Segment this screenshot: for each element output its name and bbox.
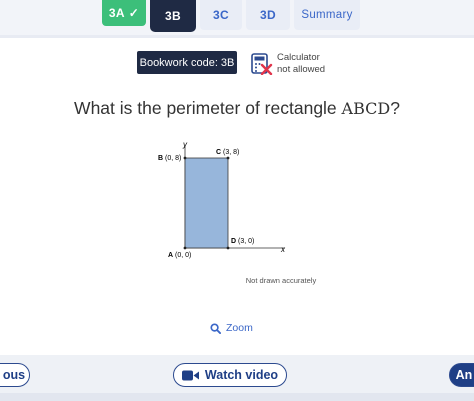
y-axis-label: y xyxy=(182,140,188,149)
zoom-button[interactable]: Zoom xyxy=(210,321,253,335)
bottom-bar: ous Watch video An xyxy=(0,355,474,401)
rectangle-diagram: y x B (0, 8) C (3, 8) D (3, 0) A (0, 0) xyxy=(158,140,286,259)
vertex-a xyxy=(183,246,187,250)
bookwork-code-label: Bookwork code: 3B xyxy=(139,56,235,69)
vertex-a-label: A (0, 0) xyxy=(168,252,191,259)
vertex-c-name: C xyxy=(216,149,221,156)
x-axis-label: x xyxy=(280,245,286,254)
answer-label: An xyxy=(455,368,473,382)
question-prefix: What is the perimeter of rectangle xyxy=(74,98,342,118)
check-icon: ✓ xyxy=(128,6,140,20)
rectangle-abcd xyxy=(184,157,229,249)
magnifier-icon xyxy=(210,322,221,334)
vertex-c-label: C (3, 8) xyxy=(216,149,239,156)
calculator-line2: not allowed xyxy=(277,64,326,75)
diagram-caption: Not drawn accurately xyxy=(245,276,317,285)
vertex-b-name: B xyxy=(158,155,163,162)
tab-3c-label: 3C xyxy=(213,8,229,22)
previous-button[interactable]: ous xyxy=(0,363,30,387)
watch-video-label: Watch video xyxy=(204,368,279,382)
calculator-not-allowed-icon xyxy=(251,53,273,75)
calculator-status: Calculator not allowed xyxy=(277,52,325,76)
vertex-c-coords: (3, 8) xyxy=(223,149,239,156)
vertex-d-coords: (3, 0) xyxy=(238,238,254,245)
previous-label: ous xyxy=(2,368,26,382)
vertex-b xyxy=(183,156,187,160)
tab-3a-label: 3A xyxy=(108,6,125,20)
vertex-d xyxy=(226,246,230,250)
tab-3c[interactable]: 3C xyxy=(200,0,242,30)
tab-3d[interactable]: 3D xyxy=(246,0,290,30)
tab-3a[interactable]: 3A ✓ xyxy=(102,0,146,26)
vertex-b-coords: (0, 8) xyxy=(165,155,181,162)
tab-3b-label: 3B xyxy=(165,9,181,23)
vertex-a-name: A xyxy=(168,252,173,259)
vertex-a-coords: (0, 0) xyxy=(175,252,191,259)
vertex-d-label: D (3, 0) xyxy=(231,238,254,245)
tab-3b[interactable]: 3B xyxy=(150,0,196,32)
question-text: What is the perimeter of rectangle ABCD? xyxy=(0,98,474,119)
tab-strip: 3A ✓ 3B 3C 3D Summary xyxy=(0,0,474,38)
question-suffix: ? xyxy=(390,98,400,118)
vertex-d-name: D xyxy=(231,238,236,245)
calculator-line1: Calculator xyxy=(277,52,320,63)
tab-3d-label: 3D xyxy=(260,8,276,22)
watch-video-button[interactable]: Watch video xyxy=(173,363,287,387)
vertex-c xyxy=(226,156,230,160)
tab-summary-label: Summary xyxy=(301,9,353,21)
tab-summary[interactable]: Summary xyxy=(294,0,360,30)
bookwork-code-badge: Bookwork code: 3B xyxy=(137,51,237,74)
zoom-label: Zoom xyxy=(226,322,253,334)
answer-button[interactable]: An xyxy=(449,363,474,387)
question-shape-name: ABCD xyxy=(341,99,391,118)
video-camera-icon xyxy=(181,370,199,380)
vertex-b-label: B (0, 8) xyxy=(158,155,181,162)
